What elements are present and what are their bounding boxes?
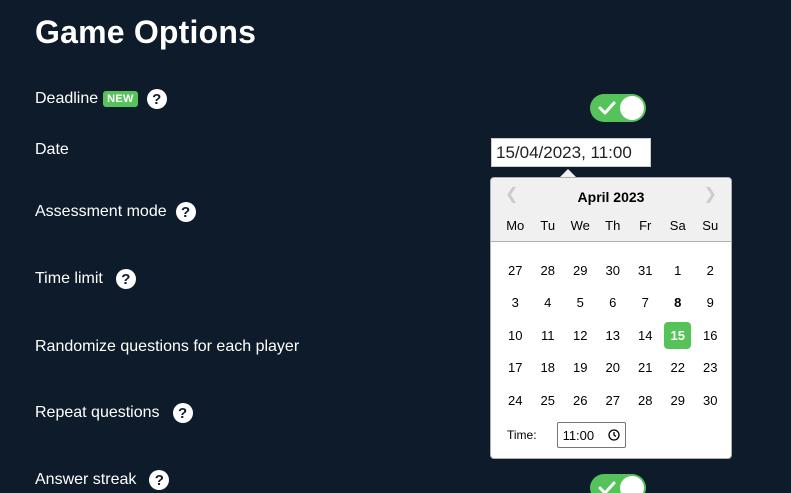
datepicker-header: ❮ April 2023 ❯ Mo Tu We Th Fr Sa Su <box>491 178 731 242</box>
calendar-day[interactable]: 30 <box>597 257 630 284</box>
option-randomize: Randomize questions for each player <box>35 338 299 356</box>
deadline-toggle[interactable] <box>590 94 646 122</box>
calendar-day[interactable]: 11 <box>532 322 565 349</box>
help-icon[interactable]: ? <box>172 403 193 423</box>
calendar-day[interactable]: 31 <box>629 257 662 284</box>
weekday-label: Sa <box>669 218 686 233</box>
weekday-label: Su <box>702 218 719 233</box>
date-input[interactable]: 15/04/2023, 11:00 <box>491 138 651 167</box>
toggle-knob <box>620 476 644 493</box>
repeat-questions-label: Repeat questions <box>35 404 160 421</box>
option-date: Date <box>35 141 69 159</box>
calendar-day[interactable]: 13 <box>597 322 630 349</box>
calendar-day[interactable]: 9 <box>694 289 727 316</box>
weekday-label: Th <box>605 218 621 233</box>
day-grid: 27 28 29 30 31 1 2 3 4 5 6 7 8 9 10 11 12 13 14 15 16 17 18 19 2… <box>499 254 727 417</box>
calendar-day[interactable]: 12 <box>564 322 597 349</box>
calendar-day[interactable]: 8 <box>662 289 695 316</box>
calendar-day[interactable]: 28 <box>629 387 662 414</box>
next-month-icon[interactable]: ❯ <box>704 184 717 204</box>
week-row: 17 18 19 20 21 22 23 <box>499 352 727 385</box>
calendar-day[interactable]: 10 <box>499 322 532 349</box>
help-icon[interactable]: ? <box>146 89 167 109</box>
calendar-day[interactable]: 20 <box>597 354 630 381</box>
answer-streak-toggle[interactable] <box>590 474 646 493</box>
help-icon[interactable]: ? <box>149 470 170 490</box>
option-deadline: Deadline NEW ? <box>35 89 167 109</box>
time-label: Time: <box>507 428 537 442</box>
option-repeat-questions: Repeat questions ? <box>35 403 193 423</box>
calendar-day[interactable]: 22 <box>662 354 695 381</box>
option-time-limit: Time limit ? <box>35 269 136 289</box>
datepicker-arrow <box>560 169 576 177</box>
option-answer-streak: Answer streak ? <box>35 470 170 490</box>
toggle-knob <box>620 96 644 120</box>
calendar-day[interactable]: 29 <box>564 257 597 284</box>
calendar-day[interactable]: 7 <box>629 289 662 316</box>
calendar-day[interactable]: 15 <box>664 321 692 349</box>
time-limit-label: Time limit <box>35 270 103 287</box>
calendar-day[interactable]: 2 <box>694 257 727 284</box>
time-value: 11:00 <box>562 427 595 443</box>
weekday-row: Mo Tu We Th Fr Sa Su <box>499 218 727 233</box>
week-row: 3456789 <box>499 287 727 320</box>
calendar-day[interactable]: 3 <box>499 289 532 316</box>
assessment-mode-label: Assessment mode <box>35 203 167 220</box>
calendar-day[interactable]: 29 <box>662 387 695 414</box>
check-icon <box>598 481 616 493</box>
calendar-day[interactable]: 4 <box>532 289 565 316</box>
calendar-day[interactable]: 18 <box>532 354 565 381</box>
new-badge: NEW <box>103 91 138 107</box>
calendar-day[interactable]: 26 <box>564 387 597 414</box>
calendar-day[interactable]: 25 <box>532 387 565 414</box>
help-icon[interactable]: ? <box>175 202 196 222</box>
calendar-day[interactable]: 27 <box>597 387 630 414</box>
time-input[interactable]: 11:00 <box>556 422 626 448</box>
calendar-day[interactable]: 27 <box>499 257 532 284</box>
week-row: 27 28 29 30 31 1 2 <box>499 254 727 287</box>
calendar-day[interactable]: 30 <box>694 387 727 414</box>
datepicker: ❮ April 2023 ❯ Mo Tu We Th Fr Sa Su 27 28 29 30 31… <box>490 177 732 459</box>
week-row: 24 25 26 27 28 29 30 <box>499 384 727 417</box>
weekday-label: We <box>570 218 590 233</box>
answer-streak-label: Answer streak <box>35 471 137 488</box>
check-icon <box>598 101 616 115</box>
calendar-day[interactable]: 14 <box>629 322 662 349</box>
time-row: Time: 11:00 <box>507 422 626 448</box>
calendar-day[interactable]: 6 <box>597 289 630 316</box>
calendar-day[interactable]: 23 <box>694 354 727 381</box>
calendar-day[interactable]: 28 <box>532 257 565 284</box>
month-label: April 2023 <box>577 189 645 205</box>
option-assessment-mode: Assessment mode ? <box>35 202 196 222</box>
calendar-day[interactable]: 24 <box>499 387 532 414</box>
calendar-day[interactable]: 1 <box>662 257 695 284</box>
randomize-label: Randomize questions for each player <box>35 338 300 355</box>
weekday-label: Mo <box>506 218 525 233</box>
page-title: Game Options <box>35 14 257 50</box>
weekday-label: Fr <box>639 218 652 233</box>
week-row: 10 11 12 13 14 15 16 <box>499 319 727 352</box>
date-label: Date <box>35 141 69 158</box>
calendar-day[interactable]: 16 <box>694 322 727 349</box>
weekday-label: Tu <box>540 218 556 233</box>
deadline-label: Deadline <box>35 90 99 107</box>
calendar-day[interactable]: 5 <box>564 289 597 316</box>
help-icon[interactable]: ? <box>115 269 136 289</box>
calendar-day[interactable]: 19 <box>564 354 597 381</box>
clock-icon <box>607 429 620 441</box>
calendar-day[interactable]: 17 <box>499 354 532 381</box>
calendar-day[interactable]: 21 <box>629 354 662 381</box>
